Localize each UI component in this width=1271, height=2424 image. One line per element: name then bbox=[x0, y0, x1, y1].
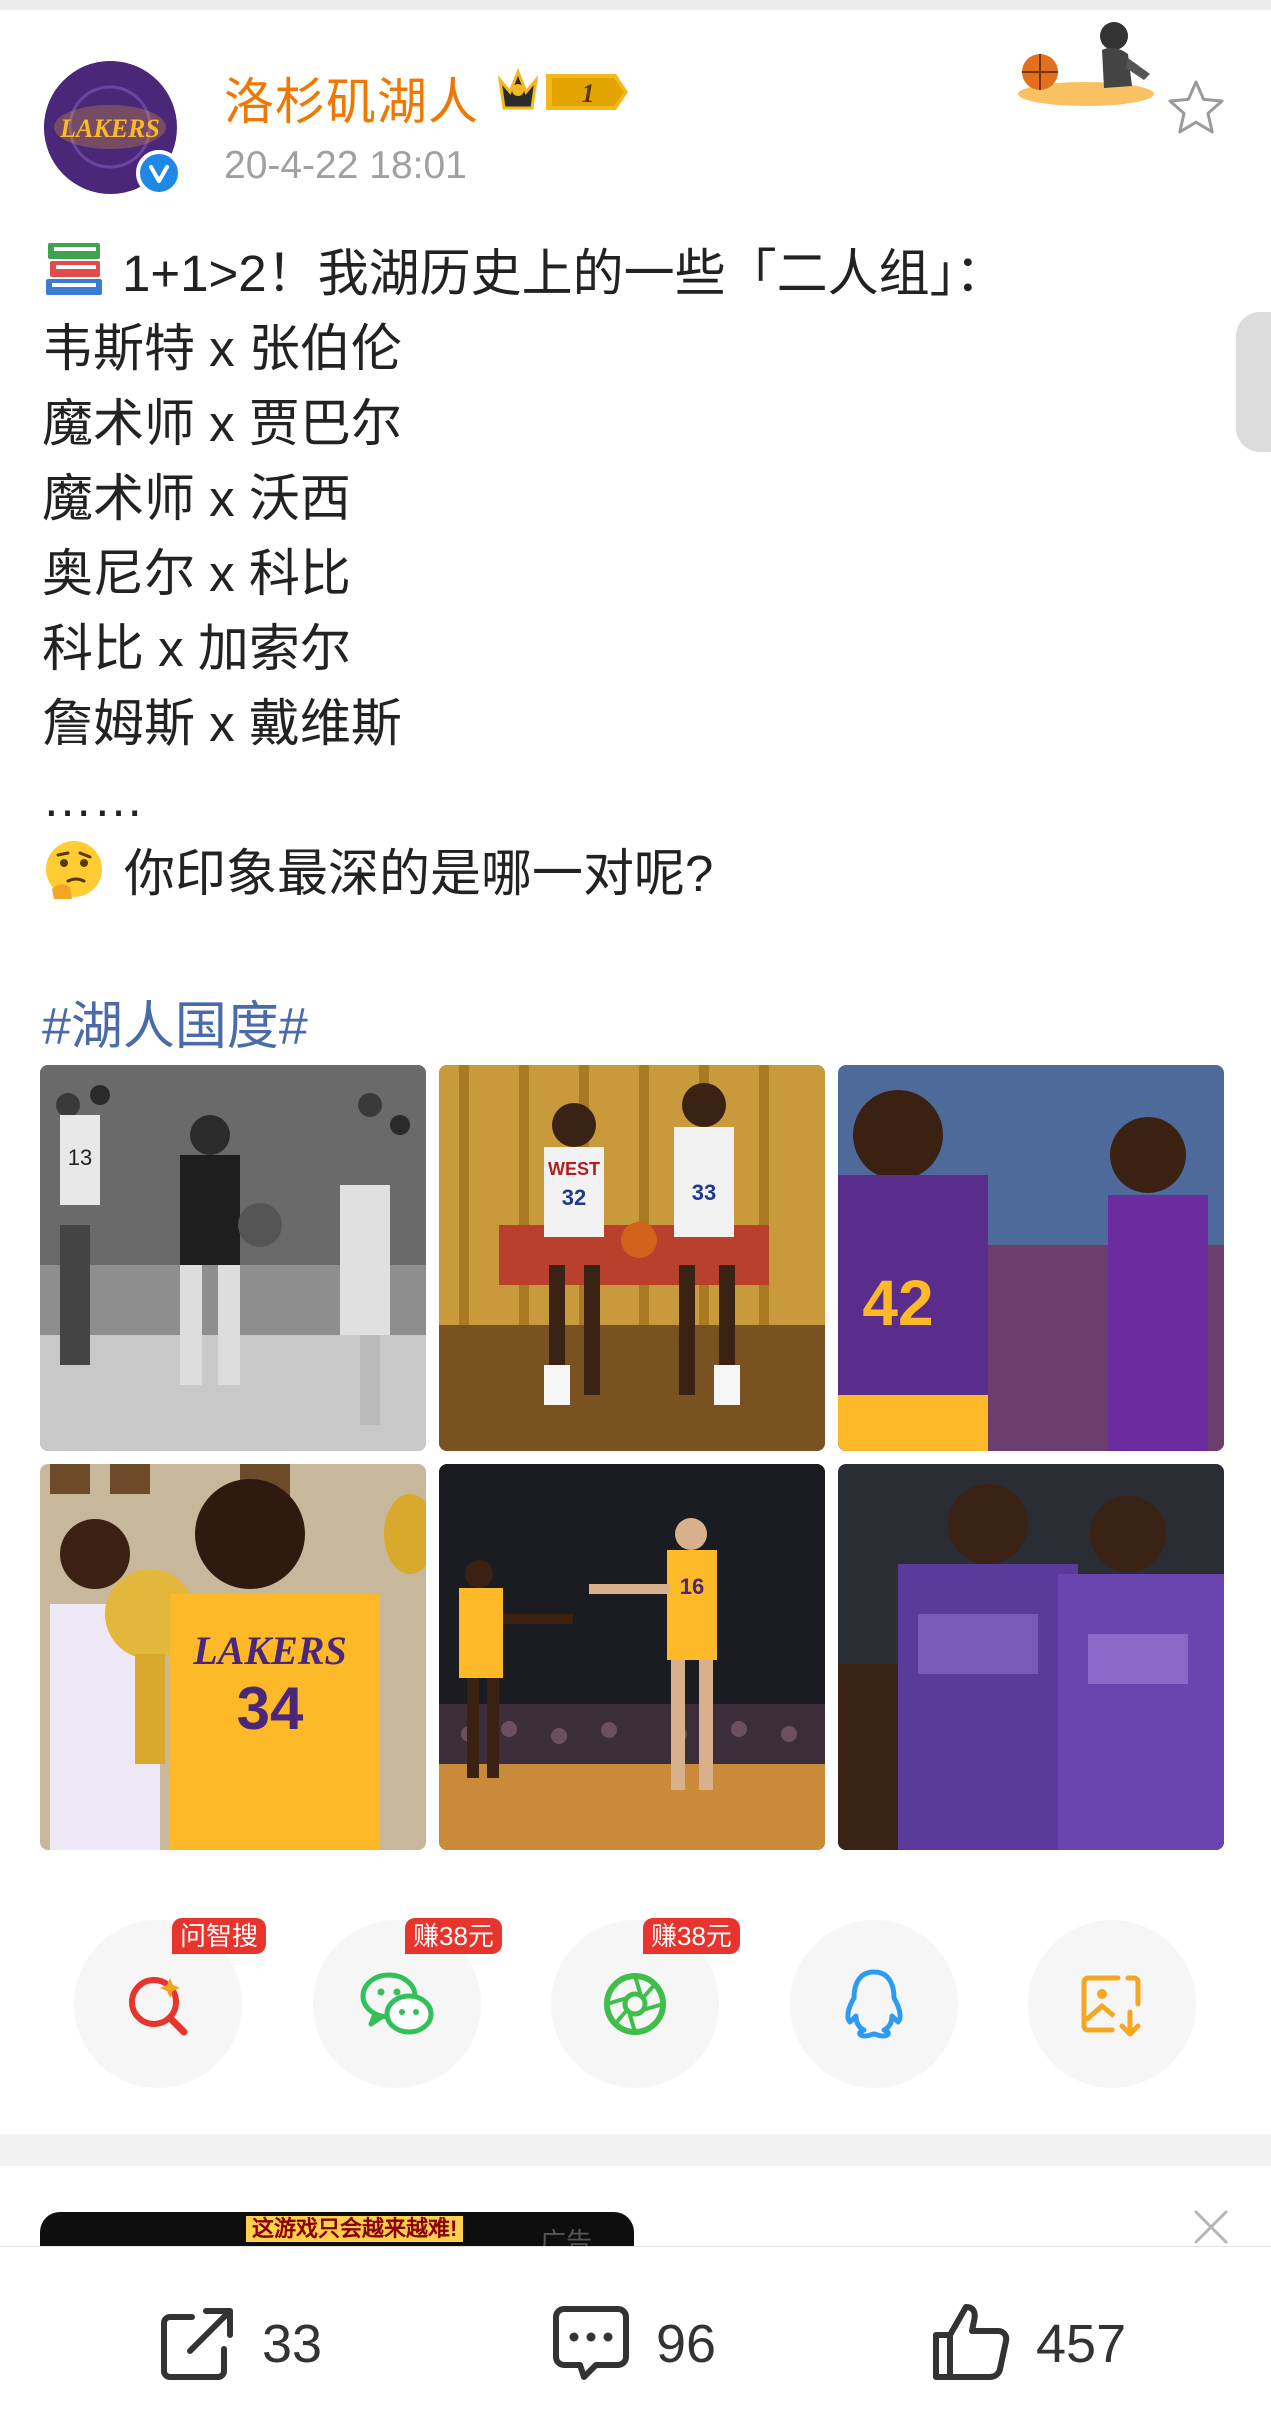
post-line-7: 詹姆斯 x 戴维斯 bbox=[42, 695, 402, 752]
books-emoji-icon bbox=[46, 243, 102, 295]
author-name[interactable]: 洛杉矶湖人 bbox=[224, 62, 479, 134]
post-line-5: 奥尼尔 x 科比 bbox=[42, 545, 351, 602]
photo-jersey-right: 33 bbox=[692, 1180, 716, 1205]
hashtag-link[interactable]: #湖人国度# bbox=[42, 984, 308, 1059]
ai-search-icon bbox=[129, 1977, 188, 2036]
repost-icon bbox=[161, 2308, 233, 2380]
share-wenzhisou-button[interactable]: 问智搜 bbox=[74, 1918, 267, 2088]
badge-level: 1 bbox=[582, 79, 595, 108]
comment-bubble-icon bbox=[553, 2306, 629, 2380]
photo-kobe-gasol[interactable]: 16 bbox=[439, 1464, 825, 1850]
wechat-icon bbox=[360, 1972, 434, 2035]
top-divider bbox=[0, 0, 1271, 10]
photo-text: LAKERS bbox=[192, 1628, 346, 1673]
thinking-face-emoji-icon bbox=[46, 841, 102, 899]
photo-jersey: 13 bbox=[68, 1145, 92, 1170]
photo-west-chamberlain[interactable]: 13 bbox=[40, 1065, 426, 1451]
floating-side-handle[interactable] bbox=[1236, 312, 1271, 452]
post-line-3: 魔术师 x 贾巴尔 bbox=[42, 395, 402, 452]
post-line-6: 科比 x 加索尔 bbox=[42, 620, 351, 677]
avatar-logo-text: LAKERS bbox=[59, 114, 160, 143]
post-line-1: 1+1>2！我湖历史上的一些「二人组」： bbox=[42, 236, 1182, 311]
bottom-action-bar: 33 96 457 bbox=[0, 2246, 1271, 2424]
post-timestamp: 20-4-22 18:01 bbox=[224, 144, 467, 187]
post-line-text: 你印象最深的是哪一对呢? bbox=[124, 845, 714, 902]
share-moments-button[interactable]: 赚38元 bbox=[551, 1918, 740, 2088]
verified-v-icon bbox=[136, 150, 182, 196]
share-qq-button[interactable] bbox=[790, 1920, 958, 2088]
share-tag: 赚38元 bbox=[405, 1918, 502, 1954]
thumbs-up-icon bbox=[933, 2304, 1010, 2380]
photo-magic-worthy[interactable]: 42 bbox=[838, 1065, 1224, 1451]
section-divider bbox=[0, 2134, 1271, 2166]
post-line-8: …… bbox=[42, 770, 144, 827]
photo-ad-lebron[interactable] bbox=[838, 1464, 1224, 1850]
post-line-text: 1+1>2！我湖历史上的一些「二人组」： bbox=[122, 245, 1007, 302]
ad-caption: 这游戏只会越来越难! bbox=[246, 2216, 464, 2242]
member-crown-badge-icon[interactable]: 1 bbox=[496, 66, 634, 118]
share-save-image-button[interactable] bbox=[1028, 1920, 1196, 2088]
share-tag: 问智搜 bbox=[172, 1918, 267, 1954]
photo-shaq-kobe[interactable]: LAKERS 34 bbox=[40, 1464, 426, 1850]
photo-jersey: 34 bbox=[237, 1675, 304, 1742]
close-x-icon[interactable] bbox=[1190, 2206, 1232, 2248]
save-image-icon bbox=[1081, 1975, 1141, 2037]
like-count: 457 bbox=[1036, 2314, 1127, 2374]
repost-count: 33 bbox=[262, 2314, 323, 2374]
comment-count: 96 bbox=[656, 2314, 717, 2374]
photo-text: WEST bbox=[548, 1159, 600, 1179]
basketball-player-decoration-icon bbox=[1018, 22, 1154, 106]
post-line-9: 你印象最深的是哪一对呢? bbox=[42, 836, 1182, 911]
post-body: 1+1>2！我湖历史上的一些「二人组」： 韦斯特 x 张伯伦 魔术师 x 贾巴尔… bbox=[42, 236, 1182, 911]
share-tag: 赚38元 bbox=[643, 1918, 740, 1954]
post-line-2: 韦斯特 x 张伯伦 bbox=[42, 320, 402, 377]
photo-jersey: 42 bbox=[862, 1267, 933, 1339]
share-wechat-button[interactable]: 赚38元 bbox=[313, 1918, 502, 2088]
ad-banner[interactable]: 这游戏只会越来越难! 广告 bbox=[40, 2212, 634, 2246]
photo-jersey-left: 32 bbox=[562, 1185, 586, 1210]
post-line-4: 魔术师 x 沃西 bbox=[42, 470, 351, 527]
star-outline-icon[interactable] bbox=[1164, 76, 1228, 140]
share-row: 问智搜 赚38元 赚38元 bbox=[0, 1918, 1271, 2100]
moments-aperture-icon bbox=[604, 1973, 666, 2035]
qq-penguin-icon bbox=[845, 1969, 903, 2039]
ad-label: 广告 bbox=[540, 2227, 593, 2246]
photo-jersey: 16 bbox=[680, 1574, 704, 1599]
photo-magic-jabbar[interactable]: WEST 32 33 bbox=[439, 1065, 825, 1451]
